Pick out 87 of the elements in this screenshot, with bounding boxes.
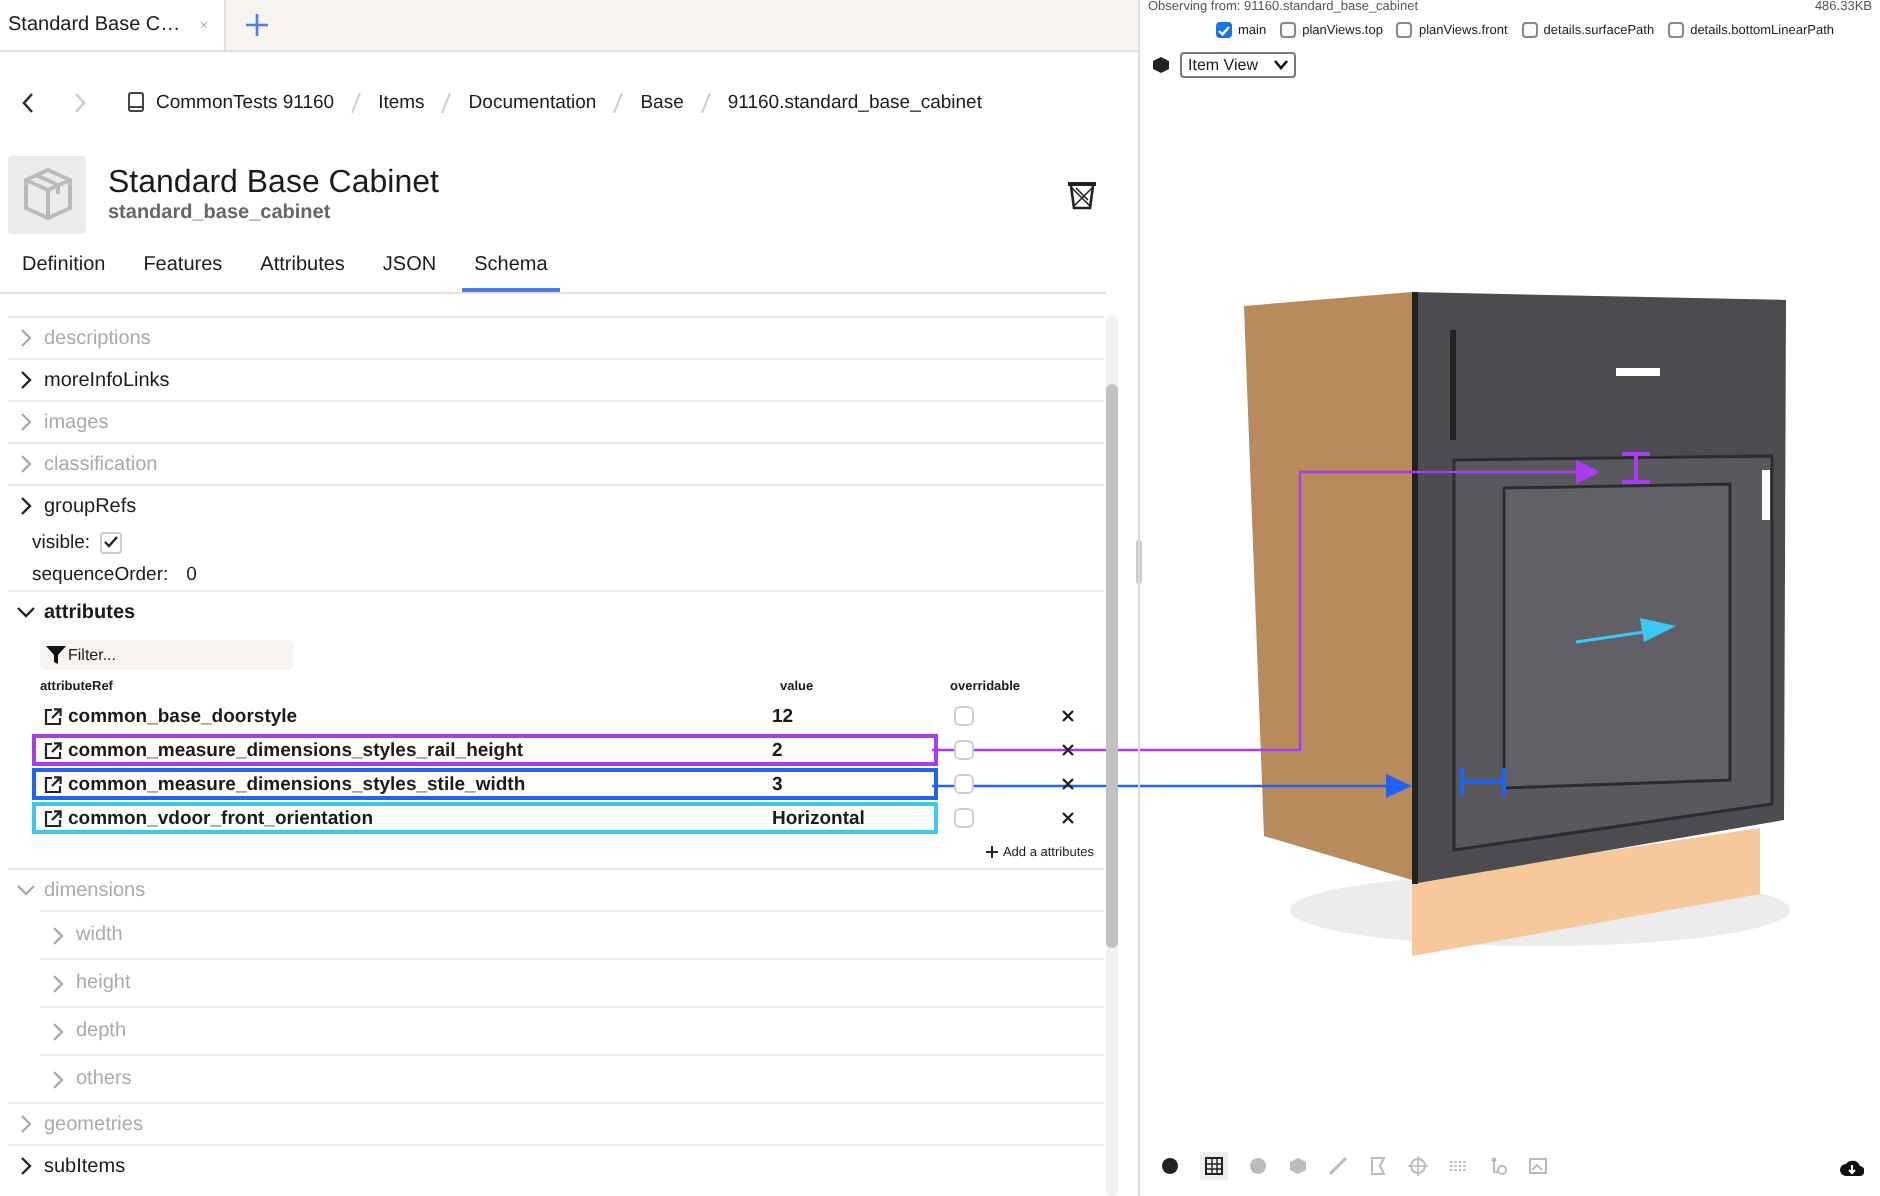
back-icon[interactable]: [20, 91, 36, 113]
breadcrumb-link[interactable]: Base: [640, 91, 684, 113]
item-code: standard_base_cabinet: [108, 201, 333, 223]
browser-tab[interactable]: Standard Base C…: [0, 0, 226, 50]
separator-icon: [699, 91, 712, 113]
chevron-icon: [16, 602, 36, 622]
grid-icon[interactable]: [1448, 1156, 1468, 1176]
chevron-icon: [16, 370, 36, 390]
tab[interactable]: Attributes: [248, 240, 357, 292]
table-icon[interactable]: [1204, 1156, 1224, 1176]
dimension-marker: [1460, 766, 1506, 798]
separator-icon: [440, 91, 453, 113]
view-select[interactable]: Item View: [1180, 51, 1296, 77]
chevron-icon: [16, 1114, 36, 1134]
breadcrumb-link[interactable]: CommonTests 91160: [156, 91, 335, 113]
tree-item[interactable]: attributes: [8, 590, 1104, 632]
attribute-value: 2: [772, 739, 785, 761]
cube-icon: [21, 166, 73, 222]
tab[interactable]: Features: [131, 240, 235, 292]
attribute-name: common_measure_dimensions_styles_rail_height: [68, 739, 526, 761]
plus-icon[interactable]: [246, 14, 268, 36]
tree-item[interactable]: subItems: [8, 1144, 1104, 1186]
caret-icon: [1274, 59, 1288, 69]
remove-icon[interactable]: [1062, 778, 1074, 790]
chevron-icon: [16, 1156, 36, 1176]
attribute-value: 12: [772, 705, 796, 727]
field-label: visible:: [32, 531, 91, 553]
dimension-marker: [1620, 452, 1652, 484]
flag-icon[interactable]: [1368, 1156, 1388, 1176]
visible-checkbox[interactable]: [100, 531, 123, 553]
chevron-icon: [48, 1069, 68, 1089]
attribute-name: common_vdoor_front_orientation: [68, 807, 376, 829]
layer-checkbox[interactable]: [1521, 22, 1538, 38]
tab[interactable]: Definition: [10, 240, 118, 292]
layer-checkbox[interactable]: [1216, 22, 1232, 38]
overridable-checkbox[interactable]: [954, 740, 974, 760]
chevron-icon: [16, 454, 36, 474]
remove-icon[interactable]: [1062, 710, 1074, 722]
overridable-checkbox[interactable]: [954, 808, 974, 828]
attribute-value: Horizontal: [772, 807, 867, 829]
external-link-icon[interactable]: [44, 741, 62, 759]
overridable-checkbox[interactable]: [954, 774, 974, 794]
image-icon[interactable]: [1528, 1156, 1548, 1176]
chevron-icon: [16, 412, 36, 432]
trash-icon[interactable]: [1066, 178, 1098, 210]
remove-icon[interactable]: [1062, 744, 1074, 756]
orientation-arrow: [1575, 618, 1676, 644]
tab[interactable]: Schema: [462, 240, 560, 292]
external-link-icon[interactable]: [44, 809, 62, 827]
filter-field[interactable]: Filter...: [40, 640, 294, 670]
layer-checkbox[interactable]: [1280, 22, 1297, 38]
filter-icon: [46, 646, 66, 664]
plus-icon: [986, 846, 999, 858]
cube-icon: [1152, 55, 1170, 73]
resize-handle[interactable]: [1136, 540, 1142, 584]
breadcrumb-link[interactable]: Documentation: [468, 91, 597, 113]
filter-placeholder: Filter...: [68, 646, 117, 664]
remove-icon[interactable]: [1062, 812, 1074, 824]
item-title: Standard Base Cabinet: [108, 165, 439, 201]
cloud-download-icon[interactable]: [1840, 1157, 1864, 1175]
breadcrumb-link[interactable]: 91160.standard_base_cabinet: [727, 91, 982, 113]
crosshair-icon[interactable]: [1408, 1156, 1428, 1176]
book-icon: [128, 92, 144, 112]
separator-icon: [350, 91, 363, 113]
attribute-name: common_base_doorstyle: [68, 705, 300, 727]
chevron-icon: [48, 973, 68, 993]
tree-item[interactable]: moreInfoLinks: [8, 358, 1104, 400]
external-link-icon[interactable]: [44, 775, 62, 793]
field-value: 0: [186, 563, 197, 585]
separator-icon: [612, 91, 625, 113]
external-link-icon[interactable]: [44, 707, 62, 725]
layer-checkbox[interactable]: [1668, 22, 1685, 38]
cube-icon[interactable]: [1288, 1156, 1308, 1176]
chevron-icon: [48, 1021, 68, 1041]
tree-item[interactable]: groupRefs: [8, 484, 1104, 526]
chevron-icon: [16, 496, 36, 516]
chevron-icon: [16, 880, 36, 900]
chevron-icon: [48, 925, 68, 945]
field-label: sequenceOrder:: [32, 563, 169, 585]
scrollbar[interactable]: [1106, 316, 1118, 1196]
attribute-value: 3: [772, 773, 785, 795]
layer-checkbox[interactable]: [1396, 22, 1413, 38]
tab[interactable]: JSON: [370, 240, 449, 292]
chevron-icon: [16, 328, 36, 348]
breadcrumb-link[interactable]: Items: [378, 91, 425, 113]
attribute-name: common_measure_dimensions_styles_stile_width: [68, 773, 528, 795]
overridable-checkbox[interactable]: [954, 706, 974, 726]
